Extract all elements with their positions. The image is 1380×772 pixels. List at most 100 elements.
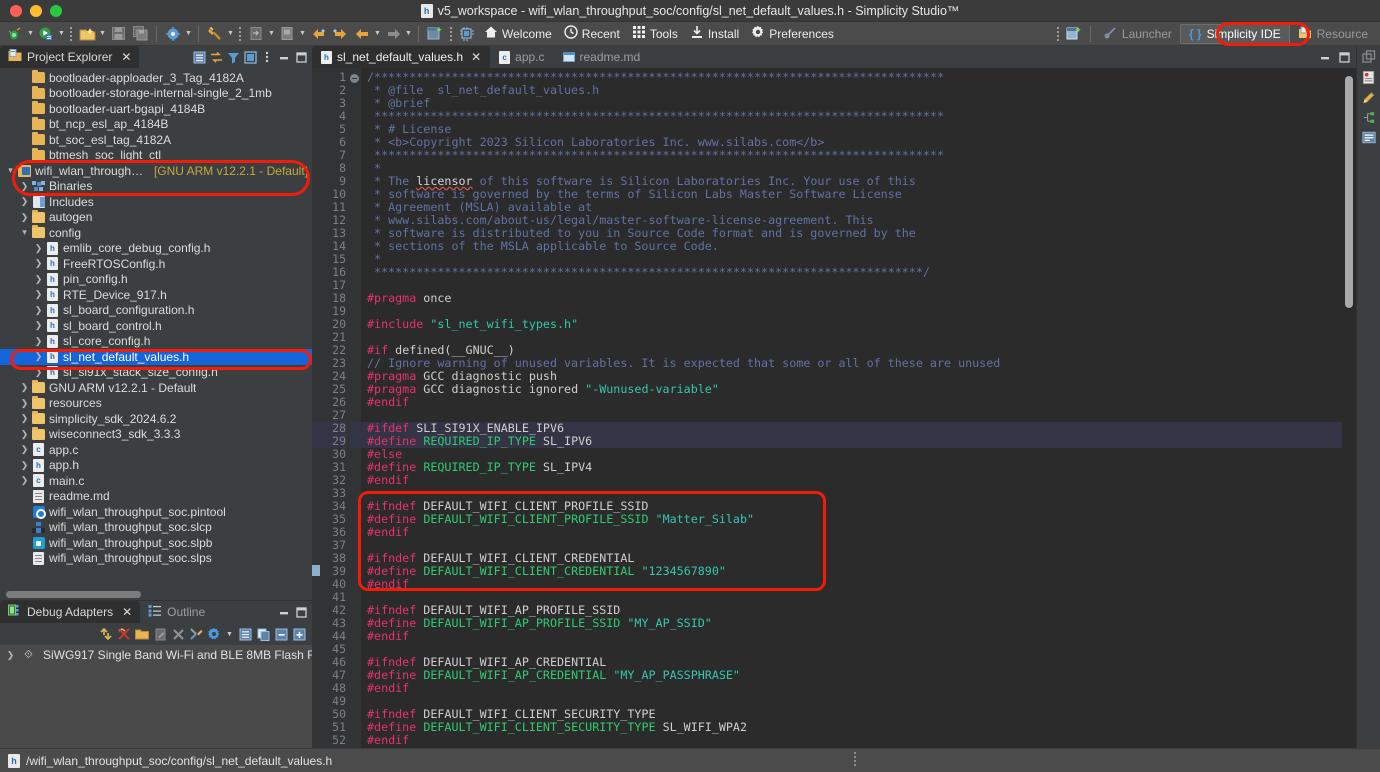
prev-edit-icon[interactable] xyxy=(351,23,373,45)
open-type-icon[interactable] xyxy=(276,23,298,45)
save-all-icon[interactable] xyxy=(129,23,151,45)
project-explorer-tree[interactable]: bootloader-apploader_3_Tag_4182Abootload… xyxy=(0,68,312,600)
close-window-button[interactable] xyxy=(10,5,22,17)
chevron-right-icon[interactable]: ❯ xyxy=(18,196,31,207)
build-hammer-icon[interactable] xyxy=(204,23,226,45)
external-tools-icon[interactable] xyxy=(162,23,184,45)
open-perspective-icon[interactable] xyxy=(1063,23,1085,45)
tab-outline[interactable]: Outline xyxy=(140,601,213,623)
chevron-right-icon[interactable]: ❯ xyxy=(18,444,31,455)
chevron-right-icon[interactable]: ❯ xyxy=(32,258,45,269)
link-with-editor-icon[interactable] xyxy=(209,50,223,64)
perspective-simplicity-ide[interactable]: { } Simplicity IDE xyxy=(1180,24,1290,44)
properties-icon[interactable] xyxy=(1362,70,1376,84)
chevron-right-icon[interactable]: ❯ xyxy=(18,429,31,440)
scrollbar-thumb[interactable] xyxy=(1345,76,1353,308)
open-declaration-icon[interactable] xyxy=(245,23,267,45)
toolbar-drag-handle[interactable] xyxy=(68,26,74,42)
tree-row[interactable]: ❯sl_net_default_values.h xyxy=(0,349,312,365)
tree-row[interactable]: btmesh_soc_light_ctl xyxy=(0,148,312,164)
horizontal-scrollbar[interactable] xyxy=(6,591,141,598)
perspective-resource[interactable]: Resource xyxy=(1290,24,1376,44)
chevron-right-icon[interactable]: ❯ xyxy=(32,243,45,254)
filter-icon[interactable] xyxy=(226,50,240,64)
minimize-icon[interactable] xyxy=(1318,50,1332,64)
maximize-window-button[interactable] xyxy=(50,5,62,17)
new-dropdown-arrow[interactable]: ▼ xyxy=(98,23,107,45)
new-icon[interactable] xyxy=(76,23,98,45)
chevron-right-icon[interactable]: ❯ xyxy=(32,320,45,331)
minimize-window-button[interactable] xyxy=(30,5,42,17)
chevron-right-icon[interactable]: ❯ xyxy=(18,475,31,486)
collapse-all-icon[interactable] xyxy=(192,50,206,64)
tree-row[interactable]: ❯FreeRTOSConfig.h xyxy=(0,256,312,272)
open-type-dropdown-arrow[interactable]: ▼ xyxy=(298,23,307,45)
tree-row[interactable]: ❯main.c xyxy=(0,473,312,489)
tree-row[interactable]: ❯simplicity_sdk_2024.6.2 xyxy=(0,411,312,427)
tree-row[interactable]: ❯pin_config.h xyxy=(0,272,312,288)
tree-row[interactable]: bootloader-apploader_3_Tag_4182A xyxy=(0,70,312,86)
copy-icon[interactable] xyxy=(256,627,270,641)
perspective-drag-handle[interactable] xyxy=(1055,26,1061,42)
next-edit-icon[interactable] xyxy=(382,23,404,45)
chevron-right-icon[interactable]: ❯ xyxy=(18,212,31,223)
tools-icon[interactable] xyxy=(189,627,203,641)
tree-row[interactable]: bt_ncp_esl_ap_4184B xyxy=(0,117,312,133)
editor-marker-column[interactable] xyxy=(312,68,320,748)
build-dropdown-arrow[interactable]: ▼ xyxy=(226,23,235,45)
tree-row[interactable]: ❯resources xyxy=(0,396,312,412)
tree-row[interactable]: bootloader-storage-internal-single_2_1mb xyxy=(0,86,312,102)
preferences-button[interactable]: Preferences xyxy=(745,23,840,45)
restore-icon[interactable] xyxy=(1362,50,1376,64)
tree-row[interactable]: ❯sl_si91x_stack_size_config.h xyxy=(0,365,312,381)
toolbar-drag-handle-3[interactable] xyxy=(448,26,454,42)
open-declaration-dropdown-arrow[interactable]: ▼ xyxy=(267,23,276,45)
editor-tab-readme.md[interactable]: readme.md xyxy=(554,46,650,68)
tree-row[interactable]: wifi_wlan_throughput_soc.slcp xyxy=(0,520,312,536)
tree-row[interactable]: ❯wiseconnect3_sdk_3.3.3 xyxy=(0,427,312,443)
save-icon[interactable] xyxy=(107,23,129,45)
chevron-right-icon[interactable]: ❯ xyxy=(32,289,45,300)
tree-row[interactable]: ❯app.h xyxy=(0,458,312,474)
next-edit-dropdown-arrow[interactable]: ▼ xyxy=(404,23,413,45)
tree-row[interactable]: bootloader-uart-bgapi_4184B xyxy=(0,101,312,117)
window-controls[interactable] xyxy=(0,5,62,17)
back-icon[interactable] xyxy=(307,23,329,45)
tree-row[interactable]: ▾config xyxy=(0,225,312,241)
pencil-icon[interactable] xyxy=(1362,90,1376,104)
list-view-icon[interactable] xyxy=(238,627,252,641)
expand-icon[interactable] xyxy=(292,627,306,641)
tree-row[interactable]: ❯sl_board_configuration.h xyxy=(0,303,312,319)
minimize-icon[interactable] xyxy=(277,605,291,619)
chevron-right-icon[interactable]: ❯ xyxy=(18,460,31,471)
tree-row[interactable]: ❯autogen xyxy=(0,210,312,226)
disconnect-all-icon[interactable] xyxy=(117,627,131,641)
refresh-icon[interactable] xyxy=(99,627,113,641)
tree-row[interactable]: ❯Binaries xyxy=(0,179,312,195)
perspective-chip-icon[interactable] xyxy=(456,23,478,45)
perspective-launcher[interactable]: Launcher xyxy=(1096,24,1180,44)
kebab-menu-icon[interactable] xyxy=(260,50,274,64)
folding-ruler[interactable] xyxy=(350,68,361,748)
editor-tab-app.c[interactable]: app.c xyxy=(490,46,553,68)
debug-adapter-row[interactable]: ❯SiWG917 Single Band Wi-Fi and BLE 8MB F… xyxy=(0,645,312,665)
tree-row[interactable]: ❯sl_board_control.h xyxy=(0,318,312,334)
maximize-icon[interactable] xyxy=(294,50,308,64)
rename-icon[interactable] xyxy=(153,627,167,641)
debug-dropdown-arrow[interactable]: ▼ xyxy=(26,23,35,45)
chevron-right-icon[interactable]: ❯ xyxy=(32,351,45,362)
forward-icon[interactable] xyxy=(329,23,351,45)
tree-row[interactable]: readme.md xyxy=(0,489,312,505)
close-icon[interactable]: ✕ xyxy=(121,50,131,64)
close-icon[interactable]: ✕ xyxy=(122,605,132,619)
tree-row[interactable]: wifi_wlan_throughput_soc.slpb xyxy=(0,535,312,551)
tree-row[interactable]: ❯Includes xyxy=(0,194,312,210)
outline-tree-icon[interactable] xyxy=(1362,110,1376,124)
tree-row[interactable]: ❯sl_core_config.h xyxy=(0,334,312,350)
run-dropdown-arrow[interactable]: ▼ xyxy=(57,23,66,45)
settings-dropdown-arrow[interactable]: ▼ xyxy=(225,623,234,645)
tree-row[interactable]: bt_soc_esl_tag_4182A xyxy=(0,132,312,148)
welcome-button[interactable]: Welcome xyxy=(478,23,558,45)
tree-row[interactable]: ❯GNU ARM v12.2.1 - Default xyxy=(0,380,312,396)
toolbar-drag-handle-2[interactable] xyxy=(237,26,243,42)
